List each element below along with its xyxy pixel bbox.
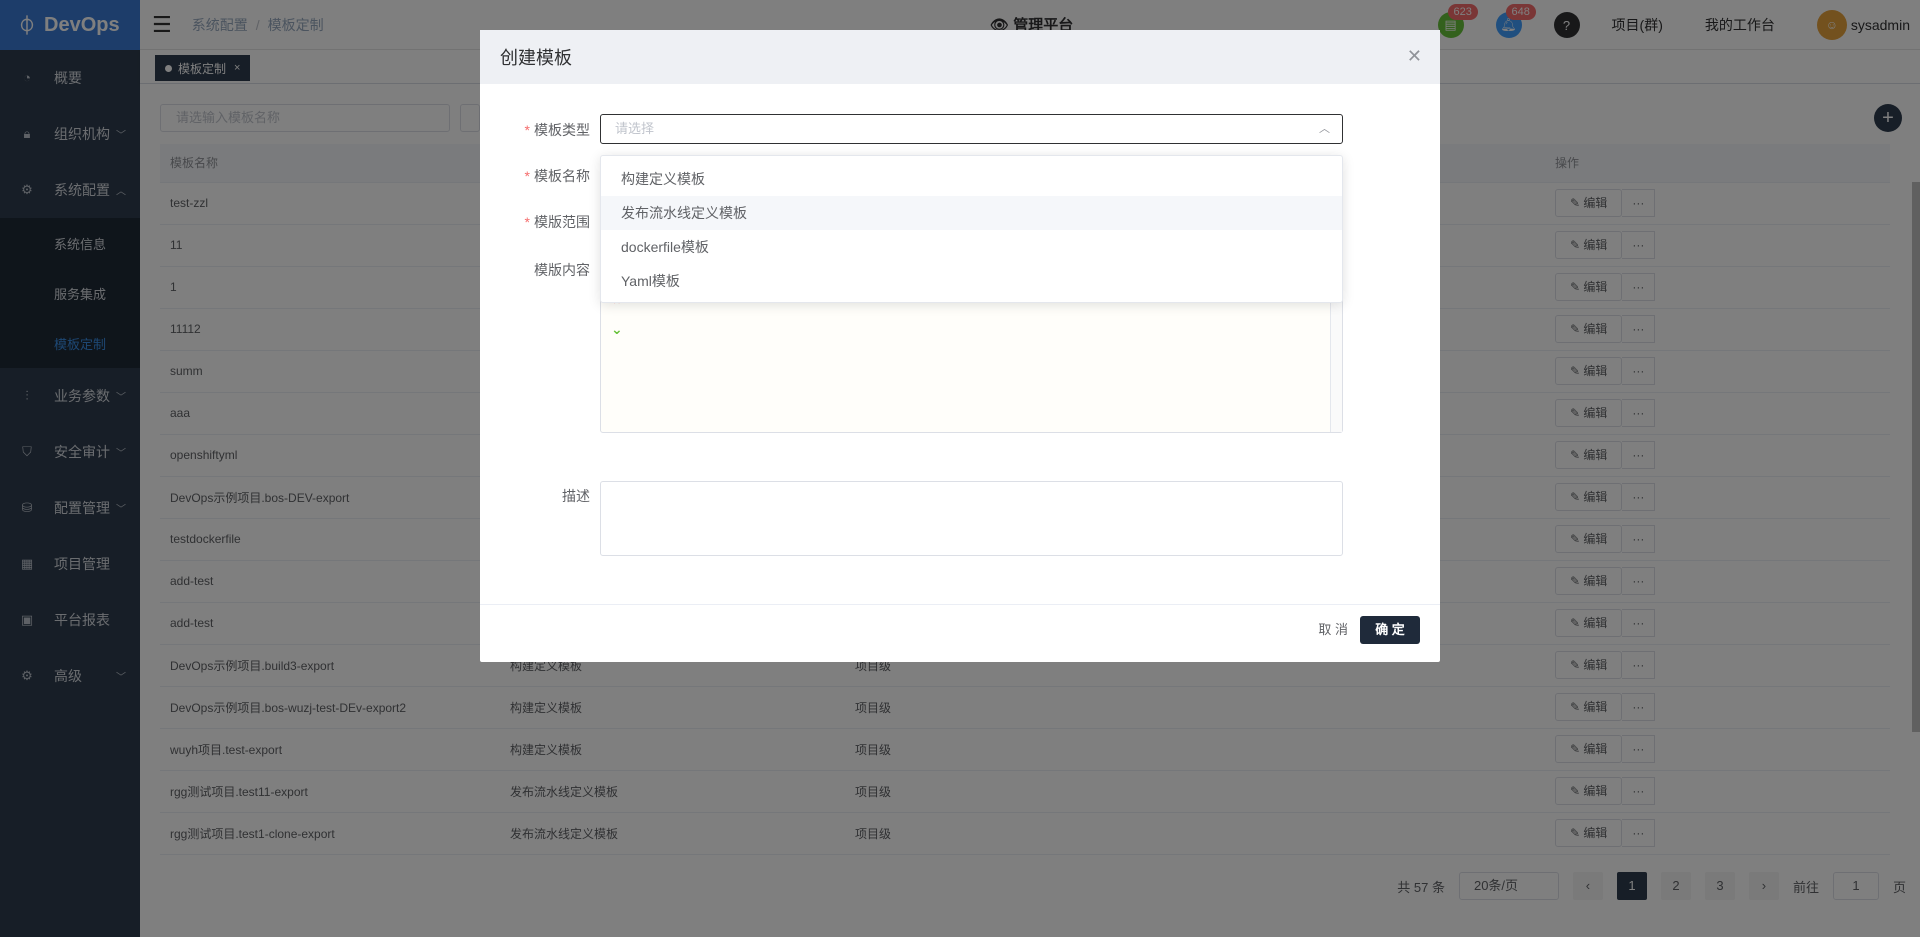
template-content-label: 模版内容 [534, 262, 590, 278]
cancel-button[interactable]: 取 消 [1318, 619, 1348, 638]
template-type-dropdown: 构建定义模板 发布流水线定义模板 dockerfile模板 Yaml模板 [600, 155, 1343, 303]
description-textarea[interactable] [600, 481, 1343, 556]
template-type-label: * 模板类型 [524, 122, 590, 138]
dropdown-option[interactable]: 构建定义模板 [601, 162, 1342, 196]
template-scope-label: * 模版范围 [524, 214, 590, 230]
create-template-dialog: 创建模板 ✕ *模板类型 请选择 ︿ *模板名称 *模版范围 模版内容 ▢ ⌃ … [480, 30, 1440, 662]
dropdown-option[interactable]: Yaml模板 [601, 264, 1342, 298]
dropdown-option[interactable]: dockerfile模板 [601, 230, 1342, 264]
confirm-button[interactable]: 确 定 [1360, 616, 1420, 644]
dialog-footer: 取 消 确 定 [480, 604, 1440, 662]
dialog-title: 创建模板 [500, 48, 572, 68]
template-type-select[interactable]: 请选择 ︿ [600, 114, 1343, 144]
chevron-up-icon: ︿ [1319, 123, 1330, 135]
template-name-label: * 模板名称 [524, 168, 590, 184]
select-placeholder: 请选择 [615, 121, 655, 136]
dialog-header: 创建模板 ✕ [480, 30, 1440, 84]
description-label: 描述 [562, 488, 590, 504]
dropdown-option[interactable]: 发布流水线定义模板 [601, 196, 1342, 230]
close-icon[interactable]: ✕ [1407, 46, 1422, 67]
chevrons-down-icon[interactable]: ⌄ [611, 321, 623, 338]
